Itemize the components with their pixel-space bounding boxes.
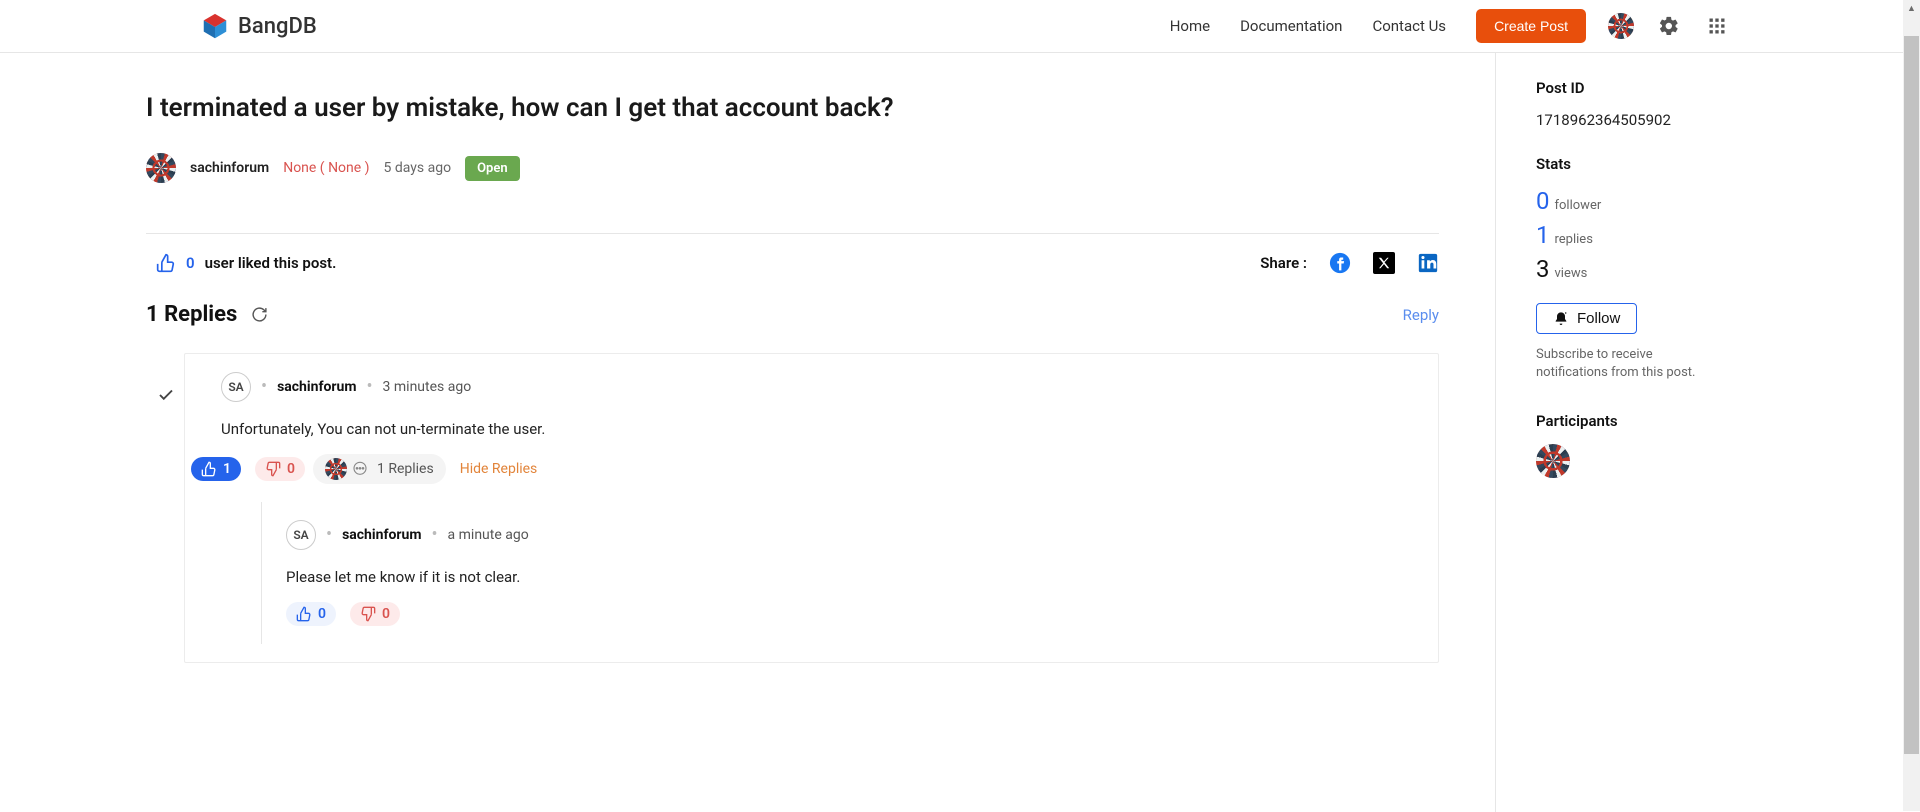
- nested-reply-author-name[interactable]: sachinforum: [342, 527, 421, 543]
- hide-replies-button[interactable]: Hide Replies: [460, 461, 538, 477]
- replies-title: 1 Replies: [146, 302, 237, 327]
- reply-time: 3 minutes ago: [383, 379, 472, 395]
- sidebar-postid-heading: Post ID: [1536, 79, 1720, 97]
- reply-like-count: 1: [223, 461, 231, 477]
- participants-list: [1536, 444, 1720, 478]
- reply-dislike-count: 0: [287, 461, 295, 477]
- settings-gear-icon[interactable]: [1656, 13, 1682, 39]
- scrollbar-thumb[interactable]: [1904, 36, 1919, 754]
- nested-reply-body: Please let me know if it is not clear.: [286, 568, 1410, 586]
- reply-body: Unfortunately, You can not un-terminate …: [221, 420, 1410, 438]
- reply-meta: SA • sachinforum • 3 minutes ago: [221, 372, 1410, 402]
- brand-logo[interactable]: BangDB: [200, 11, 317, 41]
- create-post-button[interactable]: Create Post: [1476, 9, 1586, 43]
- scrollbar[interactable]: ▲: [1903, 0, 1920, 811]
- nested-reply-meta: SA • sachinforum • a minute ago: [286, 520, 1410, 550]
- reply-link[interactable]: Reply: [1403, 306, 1439, 324]
- sidebar-postid-value: 1718962364505902: [1536, 111, 1720, 129]
- post-author-avatar[interactable]: [146, 153, 176, 183]
- nested-reply-actions: 0 0: [286, 602, 1410, 626]
- apps-grid-icon[interactable]: [1704, 13, 1730, 39]
- nested-replies-pill[interactable]: 1 Replies: [313, 454, 446, 484]
- nav-home[interactable]: Home: [1170, 17, 1210, 35]
- thumb-up-icon: [156, 253, 176, 273]
- like-block[interactable]: 0 user liked this post.: [146, 253, 336, 273]
- share-linkedin-icon[interactable]: [1417, 252, 1439, 274]
- thumb-down-icon: [360, 606, 376, 622]
- thumb-down-icon: [265, 461, 281, 477]
- sidebar: Post ID 1718962364505902 Stats 0 followe…: [1495, 53, 1720, 812]
- thumb-up-icon: [201, 461, 217, 477]
- scrollbar-up-icon[interactable]: ▲: [1903, 0, 1920, 17]
- nested-reply-dislike-count: 0: [382, 606, 390, 622]
- nav-contact[interactable]: Contact Us: [1372, 17, 1446, 35]
- nested-replier-avatar: [325, 458, 347, 480]
- nav-documentation[interactable]: Documentation: [1240, 17, 1342, 35]
- post-title: I terminated a user by mistake, how can …: [146, 93, 1439, 123]
- post-author-name[interactable]: sachinforum: [190, 160, 269, 176]
- bell-plus-icon: [1553, 311, 1569, 327]
- sidebar-stats-heading: Stats: [1536, 155, 1720, 173]
- stat-views-label: views: [1555, 266, 1588, 281]
- comment-icon: [351, 460, 369, 478]
- like-count: 0: [186, 254, 195, 272]
- reply-item: SA • sachinforum • 3 minutes ago Unfortu…: [185, 354, 1438, 662]
- post-status-badge: Open: [465, 156, 520, 181]
- nested-replies-count-label: 1 Replies: [377, 461, 434, 477]
- nested-reply-like-count: 0: [318, 606, 326, 622]
- replies-header: 1 Replies Reply: [146, 302, 1439, 327]
- stat-followers-label: follower: [1555, 198, 1602, 213]
- follow-button-label: Follow: [1577, 310, 1620, 327]
- reply-actions: 1 0 1 Replies Hide Replies: [191, 454, 1410, 484]
- nested-reply-author-avatar[interactable]: SA: [286, 520, 316, 550]
- stat-views-count: 3: [1536, 255, 1550, 283]
- reply-dislike-button[interactable]: 0: [255, 457, 305, 481]
- participant-avatar[interactable]: [1536, 444, 1570, 478]
- user-avatar[interactable]: [1608, 13, 1634, 39]
- nested-reply-time: a minute ago: [448, 527, 529, 543]
- accepted-check-icon: [157, 386, 175, 404]
- stat-replies-label: replies: [1555, 232, 1593, 247]
- like-share-row: 0 user liked this post. Share :: [146, 233, 1439, 274]
- follow-button[interactable]: Follow: [1536, 303, 1637, 334]
- brand-name: BangDB: [238, 14, 317, 39]
- share-facebook-icon[interactable]: [1329, 252, 1351, 274]
- post-time: 5 days ago: [384, 160, 452, 176]
- topbar: BangDB Home Documentation Contact Us Cre…: [0, 0, 1920, 53]
- nested-reply-item: SA • sachinforum • a minute ago Please l…: [261, 502, 1410, 644]
- nested-reply-dislike-button[interactable]: 0: [350, 602, 400, 626]
- brand-logo-icon: [200, 11, 230, 41]
- share-block: Share :: [1260, 252, 1439, 274]
- stat-replies: 1 replies: [1536, 221, 1720, 249]
- share-x-icon[interactable]: [1373, 252, 1395, 274]
- stat-views: 3 views: [1536, 255, 1720, 283]
- main-column: I terminated a user by mistake, how can …: [146, 53, 1495, 812]
- post-category[interactable]: None ( None ): [283, 160, 369, 176]
- reply-thread: SA • sachinforum • 3 minutes ago Unfortu…: [184, 353, 1439, 663]
- share-label: Share :: [1260, 254, 1307, 272]
- sidebar-participants-heading: Participants: [1536, 412, 1720, 430]
- stat-followers: 0 follower: [1536, 187, 1720, 215]
- like-text: user liked this post.: [205, 254, 337, 272]
- reply-author-avatar[interactable]: SA: [221, 372, 251, 402]
- reply-like-button[interactable]: 1: [191, 457, 241, 481]
- thumb-up-icon: [296, 606, 312, 622]
- nested-reply-like-button[interactable]: 0: [286, 602, 336, 626]
- refresh-icon[interactable]: [251, 306, 268, 323]
- follow-subtext: Subscribe to receive notifications from …: [1536, 346, 1720, 382]
- stat-replies-count: 1: [1536, 221, 1550, 249]
- post-meta: sachinforum None ( None ) 5 days ago Ope…: [146, 153, 1439, 183]
- stat-followers-count: 0: [1536, 187, 1550, 215]
- reply-author-name[interactable]: sachinforum: [277, 379, 356, 395]
